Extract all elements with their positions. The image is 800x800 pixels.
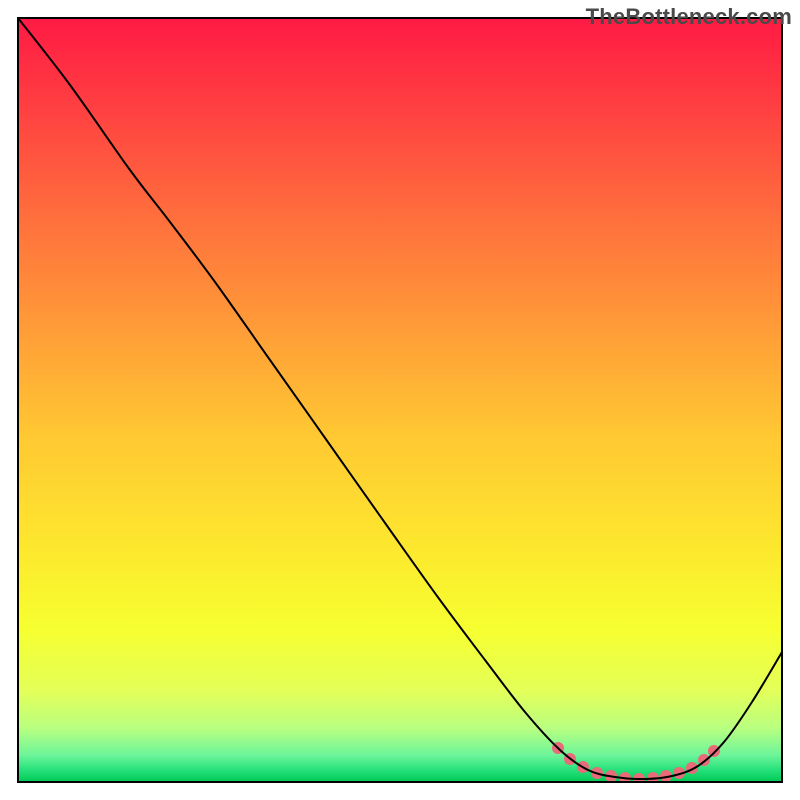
chart-canvas: TheBottleneck.com	[0, 0, 800, 800]
marker-dot	[708, 745, 720, 757]
gradient-background	[18, 18, 782, 782]
watermark-label: TheBottleneck.com	[586, 4, 792, 30]
bottleneck-chart	[0, 0, 800, 800]
